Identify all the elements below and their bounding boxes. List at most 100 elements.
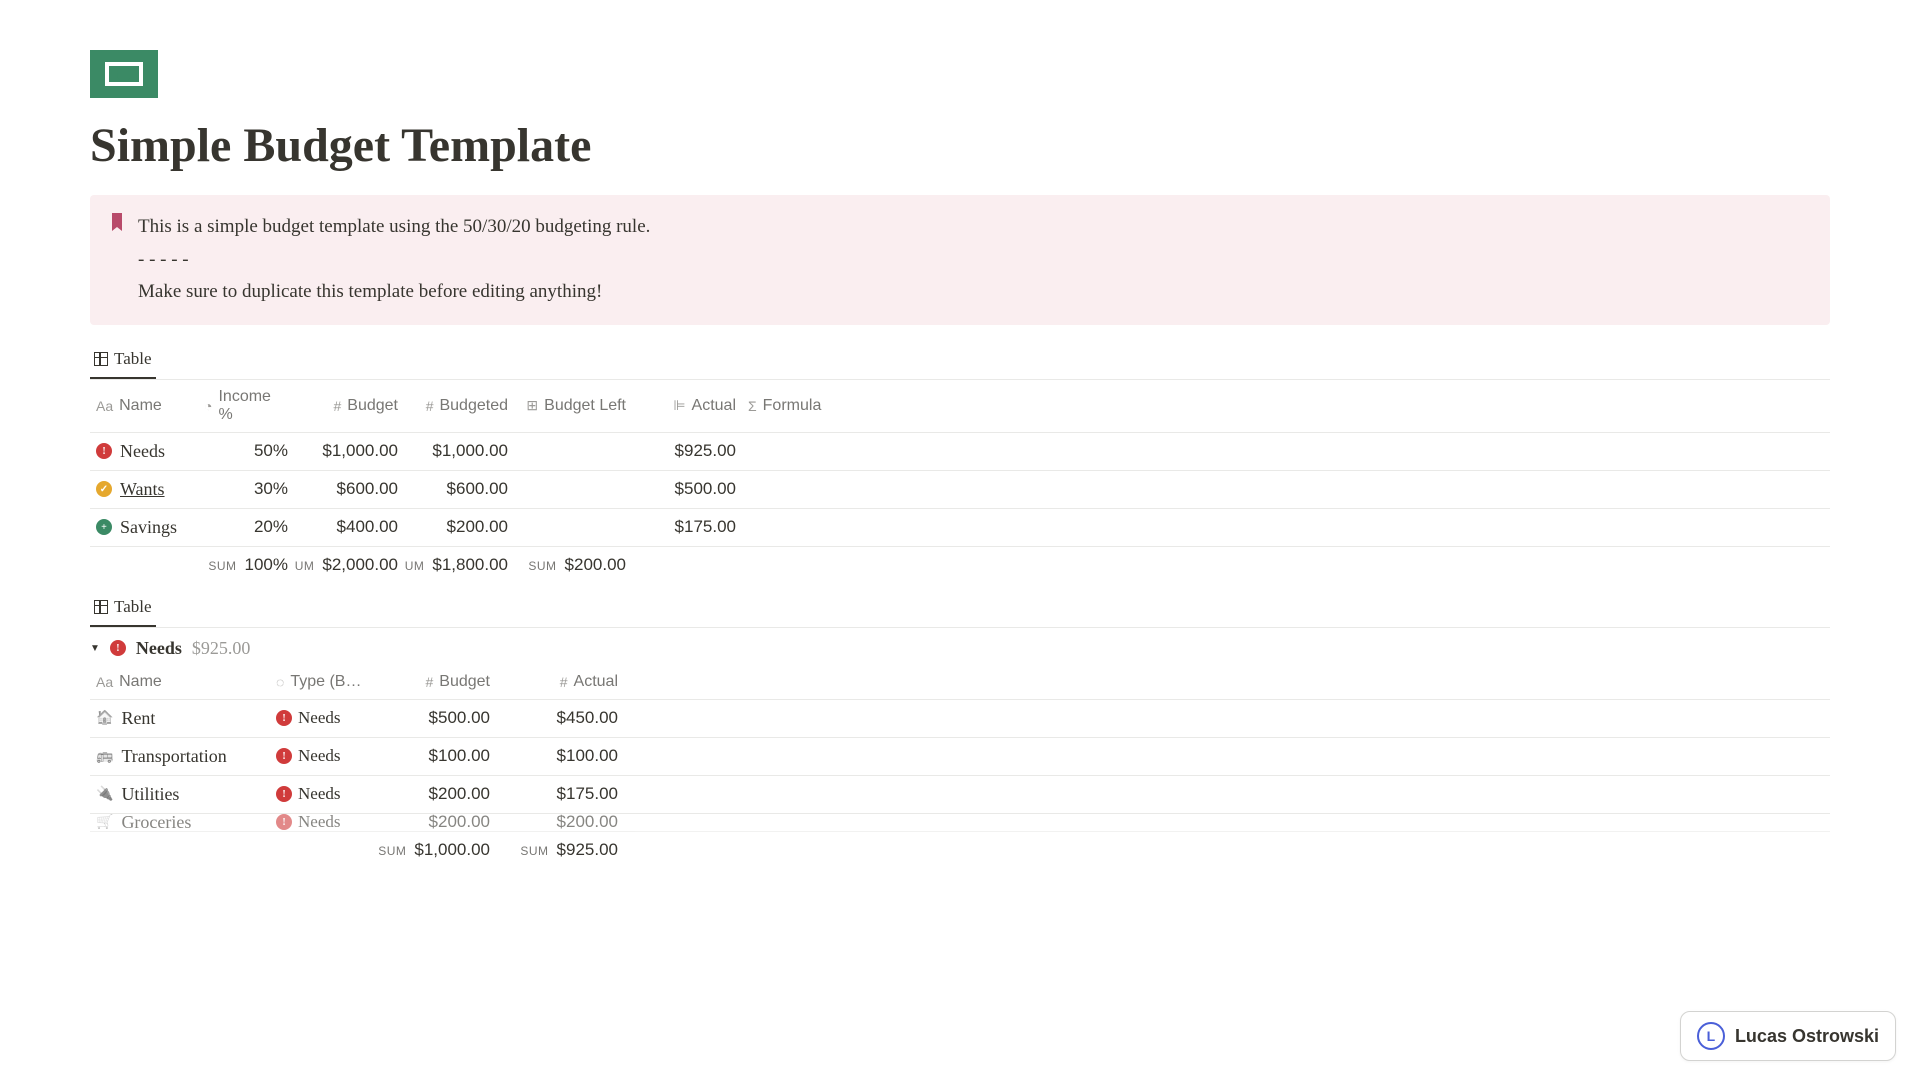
alert-icon: !: [276, 814, 292, 830]
status-icon: ✓: [96, 481, 112, 497]
col2-name[interactable]: AaName: [90, 673, 270, 691]
cell-type: Needs: [298, 814, 340, 832]
col2-budget[interactable]: #Budget: [378, 673, 496, 691]
cell-income: 50%: [198, 441, 294, 461]
cell-budget: $400.00: [294, 517, 404, 537]
cell-actual: $175.00: [632, 517, 742, 537]
row-name: Rent: [121, 708, 155, 729]
col-income[interactable]: ◔Income %: [198, 388, 294, 424]
col-actual[interactable]: ⊫Actual: [632, 388, 742, 424]
alert-icon: !: [110, 640, 126, 656]
cell-type: Needs: [298, 708, 340, 728]
row-name: Groceries: [121, 814, 191, 832]
sum-income: 100%: [245, 555, 288, 575]
tab-table-1[interactable]: Table: [90, 343, 156, 379]
cell-actual: $200.00: [496, 814, 624, 832]
cell-type: Needs: [298, 746, 340, 766]
text-icon: Aa: [96, 674, 113, 690]
group-name: Needs: [136, 638, 182, 659]
cell-budget: $1,000.00: [294, 441, 404, 461]
row-name: Wants: [120, 479, 165, 500]
bookmark-icon: [110, 213, 124, 307]
cell-budgeted: $600.00: [404, 479, 514, 499]
cell-budgeted: $1,000.00: [404, 441, 514, 461]
table1-header-row: AaName ◔Income % #Budget #Budgeted ⊞Budg…: [90, 380, 1830, 433]
cell-actual: $500.00: [632, 479, 742, 499]
table-row[interactable]: 🚌 Transportation! Needs $100.00$100.00: [90, 738, 1830, 776]
tab-label: Table: [114, 349, 152, 369]
cell-income: 20%: [198, 517, 294, 537]
table-row[interactable]: !Needs50%$1,000.00$1,000.00$925.00: [90, 433, 1830, 471]
pie-icon: ◔: [204, 398, 212, 414]
relation-icon: ◌: [276, 674, 284, 690]
col2-type[interactable]: ◌Type (B…: [270, 673, 378, 691]
table-row[interactable]: 🔌Utilities!Needs$200.00$175.00: [90, 776, 1830, 814]
cell-budget: $100.00: [378, 746, 496, 766]
rollup-icon: ⊫: [673, 397, 685, 414]
callout-line-1: This is a simple budget template using t…: [138, 213, 650, 242]
rollup-icon: ⊞: [526, 397, 538, 414]
page-dollar-icon[interactable]: [90, 50, 158, 98]
cell-actual: $175.00: [496, 784, 624, 804]
tab-label: Table: [114, 597, 152, 617]
row-name: Savings: [120, 517, 177, 538]
cell-budget: $600.00: [294, 479, 404, 499]
cell-type: Needs: [298, 784, 340, 804]
status-icon: !: [96, 443, 112, 459]
col-name[interactable]: AaName: [90, 388, 198, 424]
cart-icon: 🛒: [96, 814, 113, 831]
cell-budget: $200.00: [378, 814, 496, 832]
callout-line-2: Make sure to duplicate this template bef…: [138, 278, 650, 307]
text-icon: Aa: [96, 398, 113, 414]
alert-icon: !: [276, 748, 292, 764]
triangle-down-icon[interactable]: ▼: [90, 643, 100, 654]
table-row[interactable]: 🛒 Groceries! Needs $200.00$200.00: [90, 814, 1830, 832]
col2-actual[interactable]: #Actual: [496, 673, 624, 691]
hash-icon: #: [426, 398, 434, 414]
group-needs-header[interactable]: ▼ ! Needs $925.00: [90, 628, 1830, 665]
formula-icon: Σ: [748, 398, 757, 414]
home-icon: 🏠: [96, 710, 113, 727]
hash-icon: #: [333, 398, 341, 414]
col-budget[interactable]: #Budget: [294, 388, 404, 424]
table2-tabs: Table: [90, 591, 1830, 628]
bus-icon: 🚌: [96, 748, 113, 765]
table1-tabs: Table: [90, 343, 1830, 380]
table2-sum-row: SUM$1,000.00 SUM$925.00: [90, 832, 1830, 868]
tab-table-2[interactable]: Table: [90, 591, 156, 627]
cell-budgeted: $200.00: [404, 517, 514, 537]
sum2-actual: $925.00: [557, 840, 618, 860]
table-grid-icon: [94, 600, 108, 614]
col-formula[interactable]: ΣFormula: [742, 388, 862, 424]
callout-dashes: - - - - -: [138, 246, 650, 275]
callout-block: This is a simple budget template using t…: [90, 195, 1830, 325]
table-row[interactable]: 🏠 Rent! Needs $500.00$450.00: [90, 700, 1830, 738]
plug-icon: 🔌: [96, 786, 113, 803]
user-name: Lucas Ostrowski: [1735, 1026, 1879, 1047]
cell-actual: $450.00: [496, 708, 624, 728]
alert-icon: !: [276, 786, 292, 802]
hash-icon: #: [425, 674, 433, 690]
sum-budget-left: $200.00: [565, 555, 626, 575]
cell-actual: $925.00: [632, 441, 742, 461]
user-badge[interactable]: L Lucas Ostrowski: [1680, 1011, 1896, 1061]
hash-icon: #: [560, 674, 568, 690]
page-title: Simple Budget Template: [90, 118, 1830, 173]
table2-header-row: AaName ◌Type (B… #Budget #Actual: [90, 665, 1830, 700]
table-row[interactable]: + Savings 20%$400.00$200.00 $175.00: [90, 509, 1830, 547]
table1-sum-row: SUM100% UM$2,000.00 UM$1,800.00 SUM$200.…: [90, 547, 1830, 583]
cell-actual: $100.00: [496, 746, 624, 766]
table-grid-icon: [94, 352, 108, 366]
row-name: Transportation: [121, 746, 226, 767]
user-avatar-icon: L: [1697, 1022, 1725, 1050]
alert-icon: !: [276, 710, 292, 726]
sum-budgeted: $1,800.00: [432, 555, 508, 575]
cell-income: 30%: [198, 479, 294, 499]
status-icon: +: [96, 519, 112, 535]
col-budget-left[interactable]: ⊞Budget Left: [514, 388, 632, 424]
col-budgeted[interactable]: #Budgeted: [404, 388, 514, 424]
row-name: Utilities: [121, 784, 179, 805]
table-row[interactable]: ✓Wants30%$600.00$600.00$500.00: [90, 471, 1830, 509]
sum-budget: $2,000.00: [322, 555, 398, 575]
cell-budget: $500.00: [378, 708, 496, 728]
